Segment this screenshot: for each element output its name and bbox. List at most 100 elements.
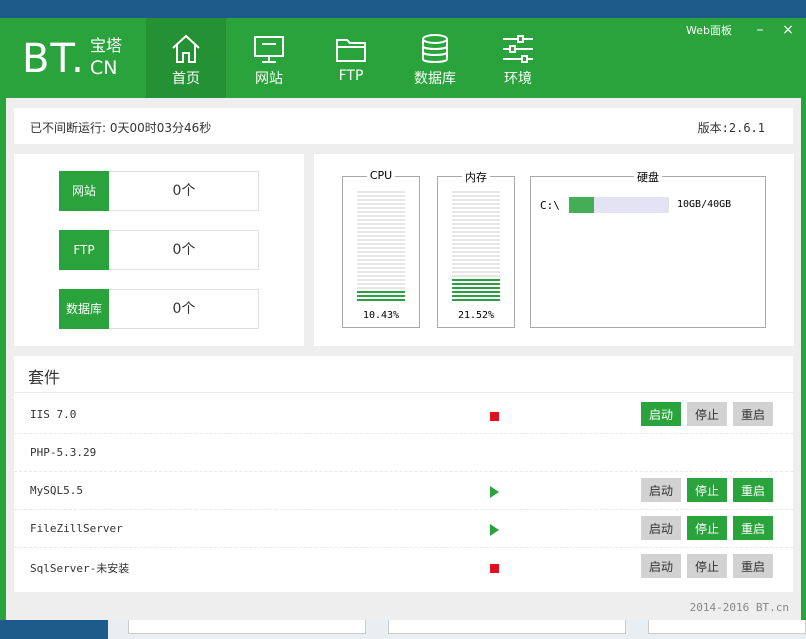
suite-row-sqlserver: SqlServer-未安装 启动 停止 重启 bbox=[14, 548, 793, 586]
filezilla-start-button[interactable]: 启动 bbox=[641, 516, 681, 540]
suite-divider bbox=[14, 392, 793, 393]
filezilla-stop-button[interactable]: 停止 bbox=[687, 516, 727, 540]
stat-ftp[interactable]: FTP 0个 bbox=[59, 230, 259, 270]
nav-database[interactable]: 数据库 bbox=[395, 18, 475, 98]
sliders-icon bbox=[503, 35, 533, 63]
gauge-segment bbox=[452, 235, 500, 237]
uptime-text: 已不间断运行: 0天00时03分46秒 bbox=[30, 121, 212, 135]
gauge-segment bbox=[357, 279, 405, 281]
logo-cn-top: 宝塔 bbox=[90, 36, 123, 55]
monitor-panel: CPU 10.43% 内存 21.52% 硬盘 C:\ 10GB/40GB bbox=[314, 154, 794, 346]
database-icon bbox=[422, 34, 448, 63]
mysql-restart-button[interactable]: 重启 bbox=[733, 478, 773, 502]
gauge-segment bbox=[452, 247, 500, 249]
stopped-icon bbox=[490, 564, 499, 573]
gauge-segment bbox=[452, 275, 500, 277]
disk-panel-title: 硬盘 bbox=[634, 171, 662, 184]
nav-home[interactable]: 首页 bbox=[146, 18, 226, 98]
cpu-percent: 10.43% bbox=[362, 310, 400, 321]
home-icon bbox=[172, 34, 200, 63]
app-window: BT. 宝塔 CN 首页 网站 FTP 数据库 环境 Web面板 – × 已不间… bbox=[0, 18, 806, 620]
gauge-segment bbox=[357, 267, 405, 269]
sqlserver-restart-button[interactable]: 重启 bbox=[733, 554, 773, 578]
minimize-button[interactable]: – bbox=[750, 22, 770, 38]
suite-row-name: MySQL5.5 bbox=[30, 484, 83, 497]
stat-database[interactable]: 数据库 0个 bbox=[59, 289, 259, 329]
gauge-segment bbox=[452, 219, 500, 221]
gauge-segment bbox=[357, 191, 405, 193]
stat-website-label: 网站 bbox=[59, 171, 109, 211]
gauge-segment bbox=[452, 199, 500, 201]
gauge-segment bbox=[452, 195, 500, 197]
monitor-icon bbox=[254, 36, 284, 63]
memory-gauge-title: 内存 bbox=[462, 171, 490, 184]
iis-stop-button[interactable]: 停止 bbox=[687, 402, 727, 426]
gauge-segment bbox=[357, 199, 405, 201]
gauge-segment bbox=[357, 243, 405, 245]
gauge-segment bbox=[452, 215, 500, 217]
stat-ftp-label: FTP bbox=[59, 230, 109, 270]
memory-gauge-bars bbox=[452, 191, 500, 301]
memory-percent: 21.52% bbox=[457, 310, 495, 321]
nav-ftp[interactable]: FTP bbox=[311, 18, 391, 98]
gauge-segment bbox=[357, 271, 405, 273]
disk-usage-bar bbox=[569, 197, 669, 213]
nav-ftp-label: FTP bbox=[338, 68, 364, 84]
disk-panel: 硬盘 C:\ 10GB/40GB bbox=[530, 171, 766, 328]
gauge-segment bbox=[357, 287, 405, 289]
gauge-segment bbox=[452, 291, 500, 293]
gauge-segment bbox=[452, 295, 500, 297]
gauge-segment bbox=[452, 243, 500, 245]
gauge-segment bbox=[357, 263, 405, 265]
stopped-icon bbox=[490, 412, 499, 421]
nav-home-label: 首页 bbox=[172, 71, 200, 87]
gauge-segment bbox=[452, 263, 500, 265]
gauge-segment bbox=[357, 219, 405, 221]
gauge-segment bbox=[452, 251, 500, 253]
folder-icon bbox=[336, 39, 366, 62]
gauge-segment bbox=[452, 279, 500, 281]
logo-main: BT. bbox=[22, 36, 85, 82]
suite-row-name: FileZillServer bbox=[30, 522, 123, 535]
sqlserver-start-button[interactable]: 启动 bbox=[641, 554, 681, 578]
disk-size-text: 10GB/40GB bbox=[677, 199, 732, 210]
gauge-segment bbox=[357, 223, 405, 225]
sqlserver-stop-button[interactable]: 停止 bbox=[687, 554, 727, 578]
mysql-stop-button[interactable]: 停止 bbox=[687, 478, 727, 502]
nav-website[interactable]: 网站 bbox=[229, 18, 309, 98]
nav-environment-label: 环境 bbox=[504, 71, 532, 87]
running-icon bbox=[490, 486, 499, 498]
gauge-segment bbox=[452, 203, 500, 205]
gauge-segment bbox=[357, 227, 405, 229]
iis-start-button[interactable]: 启动 bbox=[641, 402, 681, 426]
iis-restart-button[interactable]: 重启 bbox=[733, 402, 773, 426]
nav-environment[interactable]: 环境 bbox=[478, 18, 558, 98]
mysql-start-button[interactable]: 启动 bbox=[641, 478, 681, 502]
gauge-segment bbox=[357, 207, 405, 209]
gauge-segment bbox=[357, 235, 405, 237]
filezilla-restart-button[interactable]: 重启 bbox=[733, 516, 773, 540]
cpu-gauge-title: CPU bbox=[366, 169, 396, 182]
gauge-segment bbox=[452, 259, 500, 261]
cpu-gauge-bars bbox=[357, 191, 405, 301]
stat-website[interactable]: 网站 0个 bbox=[59, 171, 259, 211]
gauge-segment bbox=[357, 299, 405, 301]
nav-website-label: 网站 bbox=[255, 71, 283, 87]
gauge-segment bbox=[357, 251, 405, 253]
gauge-segment bbox=[357, 239, 405, 241]
stat-ftp-value: 0个 bbox=[172, 242, 196, 258]
logo: BT. 宝塔 CN bbox=[22, 35, 137, 83]
suite-row-filezilla: FileZillServer 启动 停止 重启 bbox=[14, 510, 793, 548]
gauge-segment bbox=[357, 259, 405, 261]
gauge-segment bbox=[452, 231, 500, 233]
gauge-segment bbox=[452, 299, 500, 301]
web-panel-link[interactable]: Web面板 bbox=[686, 22, 732, 38]
gauge-segment bbox=[452, 271, 500, 273]
status-bar: 已不间断运行: 0天00时03分46秒 版本:2.6.1 bbox=[14, 108, 793, 144]
suite-row-name: SqlServer-未安装 bbox=[30, 562, 130, 575]
memory-gauge: 内存 21.52% bbox=[437, 171, 515, 328]
suite-title: 套件 bbox=[28, 368, 61, 387]
close-button[interactable]: × bbox=[778, 22, 798, 38]
main-content: 已不间断运行: 0天00时03分46秒 版本:2.6.1 网站 0个 FTP 0… bbox=[6, 98, 801, 620]
gauge-segment bbox=[357, 231, 405, 233]
